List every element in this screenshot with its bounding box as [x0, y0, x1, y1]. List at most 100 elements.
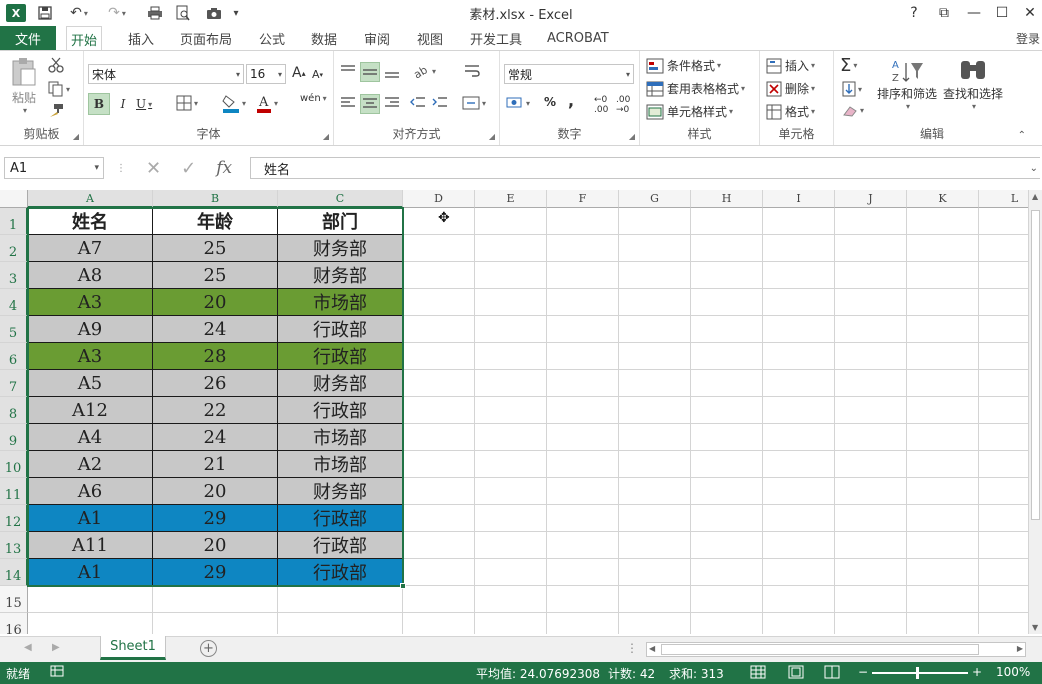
table-cell[interactable]: 行政部 [278, 343, 403, 370]
cell[interactable] [403, 235, 475, 262]
format-as-table-button[interactable]: 套用表格格式 ▾ [646, 80, 745, 97]
decrease-decimal-icon[interactable]: .00 →0 [616, 95, 630, 115]
cell[interactable] [907, 370, 979, 397]
zoom-out-button[interactable]: − [858, 665, 868, 679]
paste-button[interactable]: 粘贴 ▾ [8, 57, 40, 115]
cell[interactable] [979, 505, 1028, 532]
cell[interactable] [153, 586, 278, 613]
cell[interactable] [475, 559, 547, 586]
column-header-j[interactable]: J [835, 190, 907, 208]
row-header-6[interactable]: 6 [0, 343, 28, 370]
cell[interactable] [763, 370, 835, 397]
row-header-1[interactable]: 1 [0, 208, 28, 235]
cell[interactable] [475, 478, 547, 505]
cell[interactable] [475, 505, 547, 532]
row-header-9[interactable]: 9 [0, 424, 28, 451]
cell-styles-button[interactable]: 单元格样式 ▾ [646, 103, 733, 120]
table-cell[interactable]: A1 [28, 559, 153, 586]
table-header-cell[interactable]: 姓名 [28, 208, 153, 235]
horizontal-scroll-thumb[interactable] [661, 644, 979, 655]
cell[interactable] [907, 451, 979, 478]
cell[interactable] [153, 613, 278, 634]
borders-icon[interactable]: ▾ [176, 95, 198, 111]
clipboard-launcher-icon[interactable]: ◢ [73, 132, 79, 141]
cell[interactable] [979, 235, 1028, 262]
cancel-icon[interactable]: ✕ [146, 158, 161, 179]
insert-function-button[interactable]: fx [216, 158, 232, 178]
cell[interactable] [907, 532, 979, 559]
cell[interactable] [763, 289, 835, 316]
table-cell[interactable]: A2 [28, 451, 153, 478]
cell[interactable] [763, 343, 835, 370]
column-header-b[interactable]: B [153, 190, 278, 208]
align-left-icon[interactable] [340, 95, 356, 111]
number-format-combo[interactable]: 常规 ▾ [504, 64, 634, 84]
cell[interactable] [403, 397, 475, 424]
cell[interactable] [475, 424, 547, 451]
fill-color-icon[interactable]: ▾ [222, 93, 246, 113]
table-cell[interactable]: 20 [153, 532, 278, 559]
cell[interactable] [835, 370, 907, 397]
table-cell[interactable]: 20 [153, 289, 278, 316]
font-launcher-icon[interactable]: ◢ [323, 132, 329, 141]
table-cell[interactable]: 财务部 [278, 478, 403, 505]
cell[interactable] [979, 343, 1028, 370]
table-cell[interactable]: 市场部 [278, 289, 403, 316]
cell[interactable] [475, 289, 547, 316]
cell[interactable] [691, 478, 763, 505]
normal-view-icon[interactable] [750, 665, 766, 682]
cell[interactable] [907, 559, 979, 586]
cell[interactable] [835, 316, 907, 343]
cell[interactable] [835, 397, 907, 424]
cell[interactable] [403, 289, 475, 316]
cell[interactable] [619, 235, 691, 262]
page-break-view-icon[interactable] [824, 665, 840, 682]
cut-icon[interactable] [48, 57, 64, 73]
fill-icon[interactable]: ▾ [842, 81, 862, 97]
table-header-cell[interactable]: 年龄 [153, 208, 278, 235]
cell[interactable] [835, 478, 907, 505]
cell[interactable] [547, 235, 619, 262]
cell[interactable] [907, 208, 979, 235]
cell[interactable] [547, 316, 619, 343]
table-cell[interactable]: A7 [28, 235, 153, 262]
cell[interactable] [763, 235, 835, 262]
cell[interactable] [691, 559, 763, 586]
scroll-left-icon[interactable]: ◀ [649, 644, 655, 653]
table-cell[interactable]: A3 [28, 289, 153, 316]
cell[interactable] [763, 532, 835, 559]
table-cell[interactable]: A9 [28, 316, 153, 343]
row-header-3[interactable]: 3 [0, 262, 28, 289]
cell[interactable] [691, 505, 763, 532]
row-header-4[interactable]: 4 [0, 289, 28, 316]
cell[interactable] [907, 343, 979, 370]
cell[interactable] [763, 613, 835, 634]
tab-formulas[interactable]: 公式 [255, 26, 289, 50]
cell[interactable] [619, 208, 691, 235]
cell[interactable] [691, 235, 763, 262]
bottom-align-icon[interactable] [384, 63, 400, 79]
row-header-2[interactable]: 2 [0, 235, 28, 262]
table-cell[interactable]: 财务部 [278, 370, 403, 397]
cell[interactable] [475, 451, 547, 478]
row-header-16[interactable]: 16 [0, 613, 28, 634]
table-header-cell[interactable]: 部门 [278, 208, 403, 235]
table-cell[interactable]: 财务部 [278, 262, 403, 289]
font-name-combo[interactable]: 宋体 ▾ [88, 64, 244, 84]
cell[interactable] [403, 262, 475, 289]
ribbon-display-options-button[interactable]: ⧉ [930, 2, 958, 24]
row-header-8[interactable]: 8 [0, 397, 28, 424]
accounting-format-icon[interactable]: ▾ [506, 95, 530, 111]
cell[interactable] [979, 559, 1028, 586]
increase-indent-icon[interactable] [432, 95, 448, 111]
save-icon[interactable] [36, 4, 54, 22]
cell[interactable] [763, 397, 835, 424]
cell[interactable] [619, 505, 691, 532]
cell[interactable] [547, 559, 619, 586]
print-icon[interactable] [146, 4, 164, 22]
tab-page-layout[interactable]: 页面布局 [176, 26, 236, 50]
wrap-text-icon[interactable] [464, 63, 480, 79]
cell[interactable] [403, 586, 475, 613]
cell[interactable] [763, 208, 835, 235]
cell[interactable] [907, 505, 979, 532]
